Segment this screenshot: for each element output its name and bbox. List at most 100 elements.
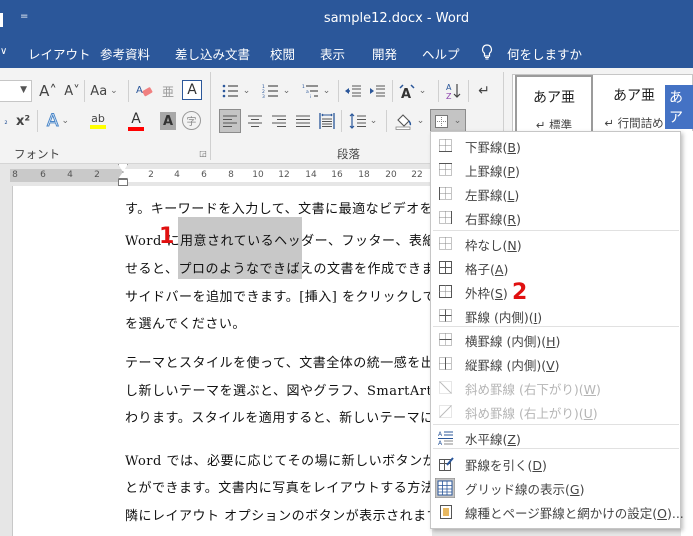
menu-item-no-border[interactable]: 枠なし(N) [431,232,680,256]
annotation-marker-1: 1 [159,224,175,249]
ruler-tick: 14 [305,170,317,180]
paint-bucket-icon [395,114,411,130]
show-formatting-marks-button[interactable]: ↵ [473,80,495,102]
menu-item-border-bottom[interactable]: 下罫線(B) [431,134,680,158]
phonetic-guide-button[interactable]: 亜 [158,80,178,102]
text-effects-button[interactable]: A ⌄ [42,110,74,132]
separator [392,80,393,102]
menu-item-label: 右罫線(R) [465,211,521,227]
align-right-button[interactable] [268,110,290,132]
style-sample: あア亜 [533,90,575,106]
eraser-icon: A [136,85,153,97]
tab-layout[interactable]: レイアウト [28,44,91,63]
superscript-icon: x² [15,113,31,129]
font-color-button[interactable]: A [118,110,154,132]
separator [128,80,129,102]
tab-view[interactable]: 表示 [320,44,345,63]
tab-developer[interactable]: 開発 [372,44,397,63]
menu-item-border-top[interactable]: 上罫線(P) [431,158,680,182]
ruler-tick: 4 [174,170,180,180]
tab-mailings[interactable]: 差し込み文書 [175,44,250,63]
window-title: sample12.docx - Word [323,11,470,26]
decrease-indent-button[interactable] [342,80,364,102]
subscript-button[interactable]: ₂ [0,110,12,132]
menu-item-all-borders[interactable]: 格子(A) [431,256,680,280]
align-left-button[interactable] [219,109,241,133]
menu-item-inside-borders[interactable]: 罫線 (内側)(I) [431,304,680,328]
svg-text:A: A [446,83,452,92]
menu-item-inside-vertical-border[interactable]: 縦罫線 (内側)(V) [431,352,680,376]
asian-layout-icon: A [399,84,415,99]
style-name: ↵ 行間詰め [604,116,664,130]
font-dialog-launcher-icon[interactable]: ◲ [198,148,208,158]
shrink-font-button[interactable]: A˅ [62,80,82,102]
separator [338,80,339,102]
ruler-tick: 2 [94,170,100,180]
ruler-tick: 20 [385,170,397,180]
document-page[interactable]: す。キーワードを入力して、文書に最適なビデオを Word に用意されているヘッダ… [12,186,440,536]
menu-item-view-gridlines[interactable]: グリッド線の表示(G) [431,476,680,500]
menu-item-draw-table[interactable]: 罫線を引く(D) [431,452,680,476]
enclose-characters-button[interactable]: 字 [182,111,201,130]
menu-item-diagonal-down-border: 斜め罫線 (右下がり)(W) [431,376,680,400]
sort-button[interactable]: AZ [442,80,466,102]
distributed-button[interactable] [316,110,338,132]
menu-separator [433,424,679,425]
asian-layout-button[interactable]: A ⌄ [396,80,428,102]
numbering-button[interactable]: 1 2 3 ⌄ [258,80,294,102]
align-center-button[interactable] [244,110,266,132]
enclose-characters-icon: 字 [186,117,197,128]
style-heading[interactable]: あア 見出 [665,75,693,133]
font-size-box[interactable]: ▼ [0,80,32,102]
highlight-color-bar [90,125,106,129]
svg-text:A: A [401,87,411,99]
menu-separator [433,230,679,231]
chevron-down-icon: ⌄ [418,86,427,96]
left-indent-marker[interactable] [118,179,128,186]
ruler-tick: 2 [148,170,154,180]
ruler-tick: 16 [331,170,343,180]
shading-button[interactable]: ⌄ [390,110,428,132]
decrease-indent-icon [345,85,361,97]
menu-item-border-left[interactable]: 左罫線(L) [431,182,680,206]
separator [341,110,342,132]
tell-me-search[interactable]: 何をしますか [507,44,582,63]
line-spacing-button[interactable]: ⌄ [345,110,381,132]
character-border-button[interactable]: A [182,80,202,100]
style-no-spacing[interactable]: あア亜 ↵ 行間詰め [595,75,673,133]
no-border-icon [438,236,454,252]
tab-help[interactable]: ヘルプ [422,44,460,63]
justify-button[interactable] [292,110,314,132]
menu-item-borders-shading[interactable]: 線種とページ罫線と網かけの設定(O)... [431,500,684,524]
menu-item-horizontal-line[interactable]: A A 水平線(Z) [431,426,680,450]
chevron-down-icon: ⌄ [282,86,291,96]
increase-indent-button[interactable] [366,80,388,102]
menu-separator [433,448,679,449]
inside-horizontal-border-icon [438,332,454,348]
bullets-button[interactable]: ⌄ [218,80,254,102]
chevron-down-icon: ⌄ [61,116,70,126]
tab-references[interactable]: 参考資料 [100,44,150,63]
grow-font-button[interactable]: A˄ [38,80,58,102]
clear-formatting-button[interactable]: A [134,80,156,102]
highlight-button[interactable]: ab [80,110,116,132]
character-shading-button[interactable]: A [160,112,176,130]
menu-item-outside-borders[interactable]: 外枠(S) [431,280,680,304]
menu-item-border-right[interactable]: 右罫線(R) [431,206,680,230]
menu-item-label: 下罫線(B) [465,139,521,155]
chevron-down-icon: ⌄ [110,86,118,96]
document-line: を選んでください。 [125,317,246,332]
borders-button[interactable]: ⌄ [430,109,466,133]
ruler-tick: 8 [12,170,18,180]
lightbulb-icon [481,44,493,63]
menu-item-label: 格子(A) [465,261,509,277]
style-normal[interactable]: あア亜 ↵ 標準 [515,75,593,133]
tab-review[interactable]: 校閲 [270,44,295,63]
chevron-down-icon[interactable]: ▼ [20,85,27,95]
superscript-button[interactable]: x² [13,110,33,132]
change-case-button[interactable]: Aa ⌄ [88,80,120,102]
multilevel-list-button[interactable]: 1 a i ⌄ [298,80,334,102]
ruler-text-area [123,169,430,182]
ruler-tick: 4 [67,170,73,180]
menu-item-inside-horizontal-border[interactable]: 横罫線 (内側)(H) [431,328,680,352]
